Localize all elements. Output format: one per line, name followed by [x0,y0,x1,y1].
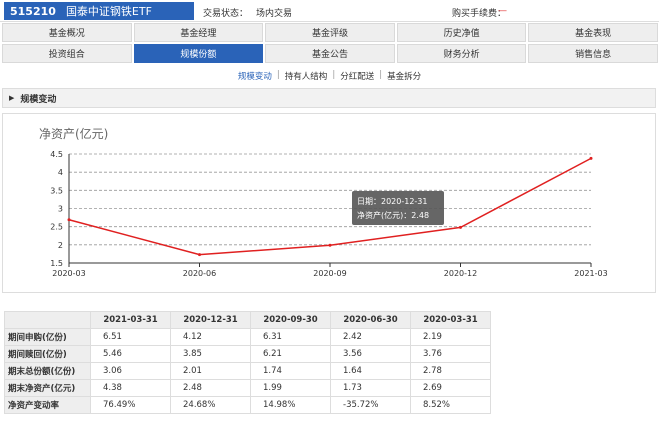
table-row: 期间赎回(亿份) 5.46 3.85 6.21 3.56 3.76 [4,345,491,363]
subnav-separator: | [276,70,280,80]
table-row: 净资产变动率 76.49% 24.68% 14.98% -35.72% 8.52% [4,396,491,414]
tab-item[interactable]: 基金表现 [528,23,658,42]
table-cell: 3.56 [330,345,411,363]
table-cell: 6.21 [250,345,331,363]
subnav-separator: | [332,70,336,80]
column-header: 2020-06-30 [330,311,411,329]
x-tick-label: 2020-06 [183,269,216,278]
fund-name: 国泰中证钢铁ETF [65,5,152,18]
table-row: 期末净资产(亿元) 4.38 2.48 1.99 1.73 2.69 [4,379,491,397]
table-cell: 2.19 [410,328,491,346]
y-tick-label: 3 [58,205,63,214]
sub-navigation: 规模变动 | 持有人结构 | 分红配送 | 基金拆分 [0,70,659,82]
tab-item[interactable]: 基金经理 [133,23,264,42]
table-cell: 24.68% [170,396,251,414]
table-cell: 1.64 [330,362,411,380]
table-cell: 5.46 [90,345,171,363]
fund-tabs: 基金概况 基金经理 基金评级 历史净值 基金表现 投资组合 规模份额 基金公告 财务分析 销售信… [2,23,658,65]
x-tick-label: 2021-03 [574,269,607,278]
subnav-link[interactable]: 基金拆分 [387,70,421,82]
tab-item[interactable]: 历史净值 [396,23,527,42]
y-tick-label: 2 [58,241,63,250]
tab-item[interactable]: 规模份额 [133,44,264,63]
y-tick-label: 3.5 [50,186,63,195]
column-header: 2020-03-31 [410,311,491,329]
data-point [328,243,332,247]
x-tick-label: 2020-03 [52,269,85,278]
fund-header: 515210 国泰中证钢铁ETF 交易状态： 场内交易 购买手续费： — [0,0,659,22]
tab-item[interactable]: 基金概况 [2,23,132,42]
data-point [67,218,71,222]
table-corner-cell [4,311,91,329]
chart-title: 净资产(亿元) [39,126,108,141]
subnav-link[interactable]: 规模变动 [238,70,272,82]
tab-item[interactable]: 财务分析 [396,44,527,63]
y-tick-label: 1.5 [50,259,63,268]
row-header: 期间申购(亿份) [4,328,91,346]
table-cell: 2.48 [170,379,251,397]
fund-title-box: 515210 国泰中证钢铁ETF [4,2,194,20]
tooltip-date: 日期：2020-12-31 [357,197,428,206]
tooltip-value: 净资产(亿元)：2.48 [357,210,429,220]
subnav-link[interactable]: 持有人结构 [285,70,328,82]
column-header: 2020-09-30 [250,311,331,329]
collapse-arrow-icon[interactable]: ▶ [9,94,14,102]
data-point [589,156,593,160]
table-cell: 1.73 [330,379,411,397]
table-cell: 1.74 [250,362,331,380]
net-asset-chart: 净资产(亿元) 1.5 2 2.5 3 3.5 4 4.5 2020-03 2020-06 2020… [2,113,656,293]
tab-item[interactable]: 销售信息 [528,44,658,63]
scale-change-table: 2021-03-31 2020-12-31 2020-09-30 2020-06-30… [4,311,491,414]
column-header: 2020-12-31 [170,311,251,329]
tab-row: 投资组合 规模份额 基金公告 财务分析 销售信息 [2,44,658,63]
tab-item[interactable]: 基金评级 [265,23,395,42]
row-header: 期间赎回(亿份) [4,345,91,363]
trade-status-value: 场内交易 [256,9,293,19]
tab-row: 基金概况 基金经理 基金评级 历史净值 基金表现 [2,23,658,42]
table-cell: 4.38 [90,379,171,397]
table-cell: 6.31 [250,328,331,346]
table-cell: 1.99 [250,379,331,397]
section-title: 规模变动 [20,94,57,105]
data-point [198,253,201,257]
column-header: 2021-03-31 [90,311,171,329]
table-cell: 76.49% [90,396,171,414]
fund-code: 515210 [10,4,56,18]
y-tick-label: 4 [58,168,63,177]
x-tick-label: 2020-09 [313,269,346,278]
table-cell: 3.76 [410,345,491,363]
row-header: 期末总份额(亿份) [4,362,91,380]
table-cell: 2.78 [410,362,491,380]
table-cell: 8.52% [410,396,491,414]
table-cell: 3.06 [90,362,171,380]
table-cell: 14.98% [250,396,331,414]
row-header: 净资产变动率 [4,396,91,414]
x-tick-label: 2020-12 [444,269,477,278]
row-header: 期末净资产(亿元) [4,379,91,397]
section-header[interactable]: ▶ 规模变动 [2,88,656,108]
subnav-separator: | [379,70,383,80]
fee-value: — [498,6,507,16]
subnav-link[interactable]: 分红配送 [340,70,374,82]
trade-status-label: 交易状态： [203,9,249,19]
table-row: 期间申购(亿份) 6.51 4.12 6.31 2.42 2.19 [4,328,491,346]
table-header-row: 2021-03-31 2020-12-31 2020-09-30 2020-06-30… [4,311,491,329]
table-cell: 2.69 [410,379,491,397]
table-row: 期末总份额(亿份) 3.06 2.01 1.74 1.64 2.78 [4,362,491,380]
table-cell: 2.01 [170,362,251,380]
tab-item[interactable]: 基金公告 [265,44,395,63]
table-cell: -35.72% [330,396,411,414]
tab-item[interactable]: 投资组合 [2,44,132,63]
data-point [459,225,462,229]
chart-svg: 净资产(亿元) 1.5 2 2.5 3 3.5 4 4.5 2020-03 2020-06 2020… [39,126,608,278]
table-cell: 4.12 [170,328,251,346]
table-cell: 3.85 [170,345,251,363]
y-tick-label: 4.5 [50,150,63,159]
table-cell: 6.51 [90,328,171,346]
table-cell: 2.42 [330,328,411,346]
y-tick-label: 2.5 [50,223,63,232]
series-line [68,157,592,256]
